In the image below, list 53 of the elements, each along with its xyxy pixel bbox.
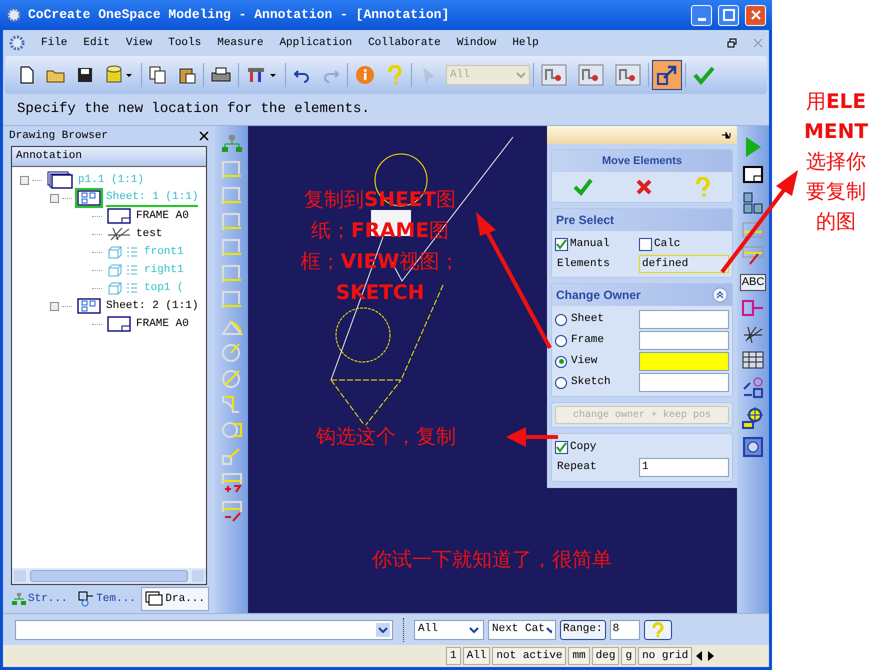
checkbox-label[interactable]: Manual bbox=[570, 236, 610, 252]
panel-tab[interactable]: Str... bbox=[9, 587, 74, 611]
radio-label[interactable]: Sheet bbox=[571, 311, 604, 328]
menu-item[interactable]: Edit bbox=[83, 34, 110, 52]
panel-title: Drawing Browser bbox=[9, 128, 108, 144]
elements-field[interactable]: defined bbox=[639, 255, 729, 273]
menu-item[interactable]: Tools bbox=[168, 34, 202, 52]
status-field: 1 bbox=[446, 647, 461, 665]
window-title: CoCreate OneSpace Modeling - Annotation - [Annotation] bbox=[28, 6, 450, 24]
menu-item[interactable]: View bbox=[126, 34, 152, 52]
tree-item[interactable]: test bbox=[136, 226, 162, 242]
field-label: Elements bbox=[556, 256, 611, 272]
panel-heading: Move Elements bbox=[602, 154, 682, 169]
radio-label[interactable]: View bbox=[571, 353, 598, 370]
tree-header: Annotation bbox=[16, 149, 82, 164]
annotation-text: 钩选这个，复制 bbox=[316, 423, 456, 450]
category-dropdown[interactable]: Next Cat bbox=[488, 620, 556, 640]
tree-item[interactable]: FRAME A0 bbox=[136, 208, 189, 224]
repeat-field[interactable]: 1 bbox=[639, 458, 729, 477]
annotation-text: 你试一下就知道了，很简单 bbox=[372, 546, 612, 573]
panel-tab[interactable]: Dra... bbox=[141, 587, 210, 611]
text-tool-button[interactable]: ABC bbox=[740, 274, 766, 291]
group-title: Pre Select bbox=[556, 212, 614, 229]
annotation-text: 选择你 bbox=[806, 148, 866, 175]
field-label: Repeat bbox=[556, 460, 598, 476]
filter-dropdown[interactable]: All bbox=[414, 620, 484, 640]
status-field: no grid bbox=[638, 647, 692, 665]
status-field: not active bbox=[492, 647, 566, 665]
menu-item[interactable]: Collaborate bbox=[368, 34, 441, 52]
annotation-text: 用ELE bbox=[806, 88, 866, 115]
menu-item[interactable]: Window bbox=[456, 34, 496, 52]
menu-item[interactable]: Help bbox=[512, 34, 539, 52]
radio-label[interactable]: Sketch bbox=[571, 374, 611, 391]
status-field: deg bbox=[592, 647, 620, 665]
group-title: Change Owner bbox=[556, 287, 641, 304]
menu-item[interactable]: Application bbox=[279, 34, 352, 52]
radio-label[interactable]: Frame bbox=[571, 332, 604, 349]
menu-item[interactable]: File bbox=[41, 34, 68, 52]
status-field: g bbox=[621, 647, 636, 665]
annotation-text: MENT bbox=[804, 118, 868, 145]
menu-item[interactable]: Measure bbox=[217, 34, 264, 52]
prompt-text: Specify the new location for the elements. bbox=[17, 100, 370, 119]
panel-tab[interactable]: Tem... bbox=[75, 587, 140, 611]
tree-item[interactable]: Sheet: 2 (1:1) bbox=[106, 298, 198, 314]
status-field: mm bbox=[568, 647, 590, 665]
range-field[interactable]: 8 bbox=[610, 620, 640, 640]
tree-item[interactable]: FRAME A0 bbox=[136, 316, 189, 332]
status-field: All bbox=[462, 647, 490, 665]
range-button[interactable]: Range: bbox=[560, 620, 606, 640]
checkbox-label[interactable]: Calc bbox=[654, 236, 680, 252]
checkbox-label[interactable]: Copy bbox=[570, 438, 596, 456]
annotation-text: 要复制 bbox=[806, 178, 866, 205]
annotation-text: 的图 bbox=[816, 208, 856, 235]
